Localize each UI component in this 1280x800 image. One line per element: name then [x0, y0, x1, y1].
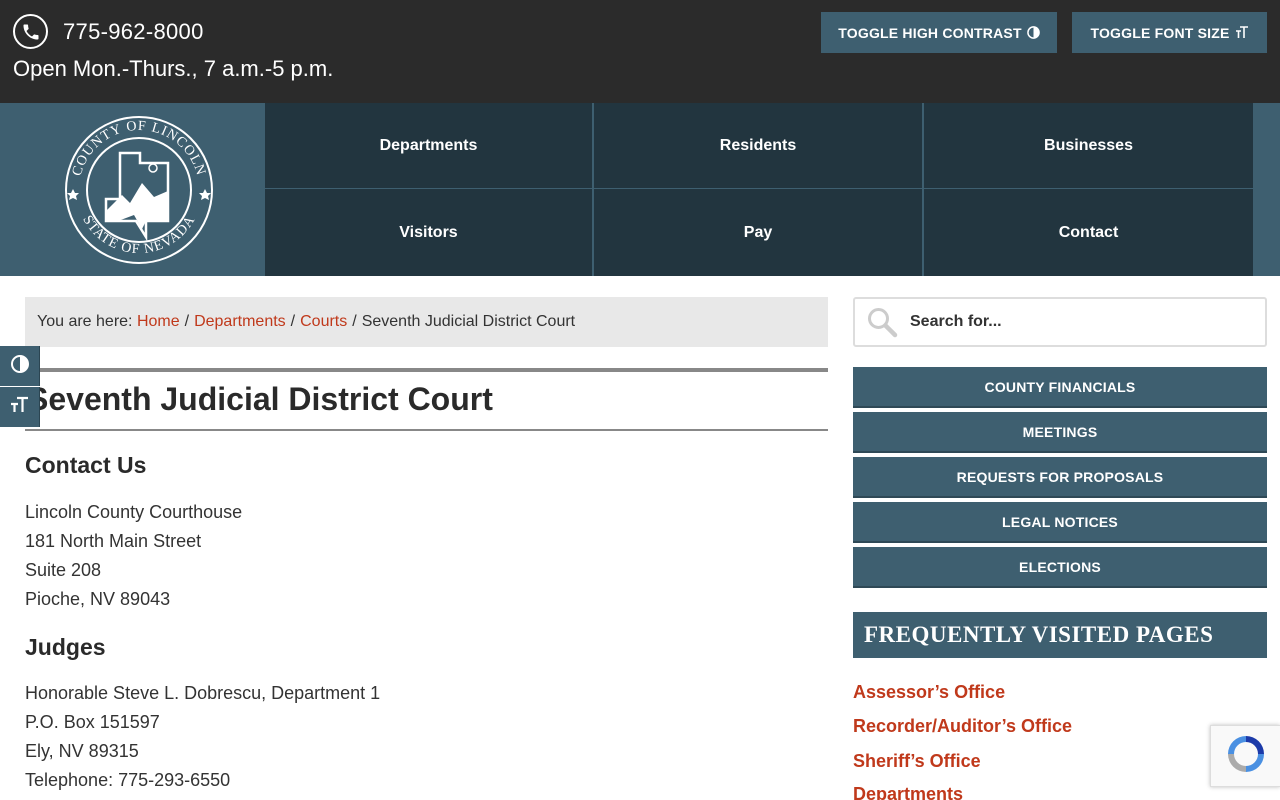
nav-pay[interactable]: Pay	[594, 189, 924, 276]
breadcrumb-prefix: You are here:	[37, 313, 133, 330]
search-icon[interactable]	[866, 305, 900, 339]
judge-line: P.O. Box 151597	[25, 712, 160, 732]
judges-heading: Judges	[25, 634, 106, 660]
phone-icon	[13, 14, 48, 49]
title-rule-top	[25, 368, 828, 372]
requests-for-proposals-button[interactable]: REQUESTS FOR PROPOSALS	[853, 457, 1267, 498]
judge-line: Ely, NV 89315	[25, 741, 139, 761]
meetings-button[interactable]: MEETINGS	[853, 412, 1267, 453]
title-rule-bottom	[25, 429, 828, 431]
contact-heading: Contact Us	[25, 452, 147, 478]
breadcrumb-separator: /	[352, 313, 357, 330]
frequently-visited-heading: FREQUENTLY VISITED PAGES	[853, 612, 1267, 658]
page-title: Seventh Judicial District Court	[27, 381, 493, 417]
breadcrumb-link-courts[interactable]: Courts	[300, 313, 347, 331]
link-assessors-office[interactable]: Assessor’s Office	[853, 682, 1005, 703]
court-address: Lincoln County Courthouse 181 North Main…	[25, 498, 242, 614]
side-contrast-toggle[interactable]	[0, 346, 40, 386]
contrast-icon	[10, 354, 30, 379]
breadcrumb-link-home[interactable]: Home	[137, 313, 180, 331]
nav-visitors[interactable]: Visitors	[265, 189, 594, 276]
nav-residents[interactable]: Residents	[594, 103, 924, 189]
address-line: 181 North Main Street	[25, 531, 202, 551]
site-header: COUNTY OF LINCOLN STATE OF NEVADA Depart…	[0, 103, 1280, 276]
breadcrumb: You are here: Home / Departments / Court…	[25, 297, 828, 347]
county-seal-logo[interactable]: COUNTY OF LINCOLN STATE OF NEVADA	[62, 113, 216, 267]
link-recorder-auditors-office[interactable]: Recorder/Auditor’s Office	[853, 716, 1072, 737]
main-navigation: Departments Residents Businesses Visitor…	[265, 103, 1253, 276]
elections-button[interactable]: ELECTIONS	[853, 547, 1267, 588]
address-line: Lincoln County Courthouse	[25, 502, 243, 522]
legal-notices-button[interactable]: LEGAL NOTICES	[853, 502, 1267, 543]
office-hours: Open Mon.-Thurs., 7 a.m.-5 p.m.	[13, 56, 334, 81]
judge-info: Honorable Steve L. Dobrescu, Department …	[25, 679, 380, 795]
link-sheriffs-office[interactable]: Sheriff’s Office	[853, 751, 981, 772]
nav-departments[interactable]: Departments	[265, 103, 594, 189]
contrast-icon	[1026, 26, 1040, 39]
nav-contact[interactable]: Contact	[924, 189, 1253, 276]
toggle-high-contrast-label: TOGGLE HIGH CONTRAST	[838, 24, 1022, 41]
nav-businesses[interactable]: Businesses	[924, 103, 1253, 189]
search-input[interactable]	[910, 313, 1250, 331]
phone-row[interactable]: 775-962-8000	[13, 14, 204, 49]
side-font-size-toggle[interactable]	[0, 387, 40, 427]
phone-number[interactable]: 775-962-8000	[63, 19, 204, 45]
toggle-high-contrast-button[interactable]: TOGGLE HIGH CONTRAST	[821, 12, 1057, 53]
address-line: Suite 208	[25, 560, 102, 580]
recaptcha-badge[interactable]	[1210, 725, 1280, 787]
top-bar: 775-962-8000 Open Mon.-Thurs., 7 a.m.-5 …	[0, 0, 1280, 103]
judge-line: Honorable Steve L. Dobrescu, Department …	[25, 683, 381, 703]
breadcrumb-separator: /	[290, 313, 296, 330]
link-departments[interactable]: Departments	[853, 784, 963, 800]
county-financials-button[interactable]: COUNTY FINANCIALS	[853, 367, 1267, 408]
toggle-font-size-label: TOGGLE FONT SIZE	[1090, 24, 1230, 41]
font-size-icon	[10, 396, 30, 419]
breadcrumb-separator: /	[184, 313, 190, 330]
toggle-font-size-button[interactable]: TOGGLE FONT SIZE	[1072, 12, 1267, 53]
breadcrumb-link-departments[interactable]: Departments	[194, 313, 286, 331]
search-box	[853, 297, 1267, 347]
font-size-icon	[1235, 26, 1249, 39]
judge-line: Telephone: 775-293-6550	[25, 770, 231, 790]
address-line: Pioche, NV 89043	[25, 589, 171, 609]
recaptcha-icon	[1224, 732, 1268, 781]
breadcrumb-current: Seventh Judicial District Court	[361, 313, 576, 330]
